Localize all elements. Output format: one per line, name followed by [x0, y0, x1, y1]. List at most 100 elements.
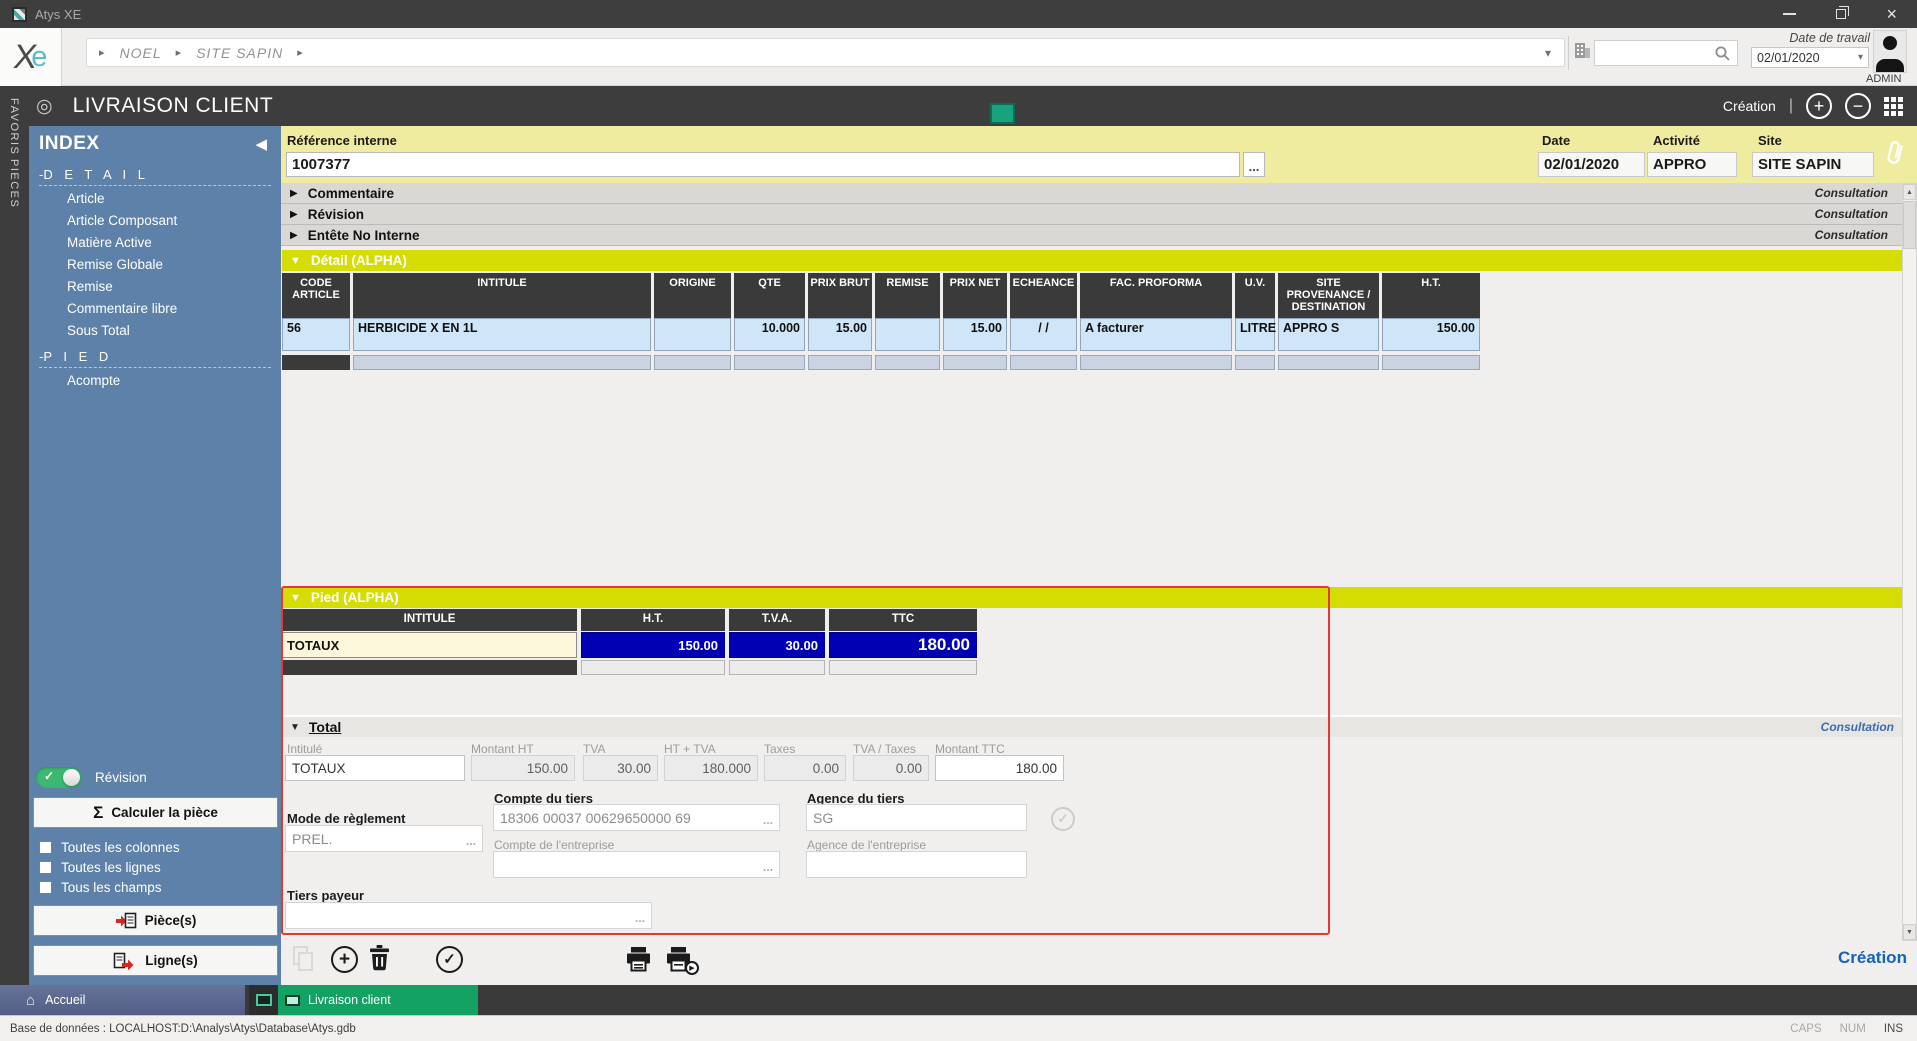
user-avatar[interactable] [1873, 30, 1907, 73]
taskbar-app-icon[interactable] [249, 985, 278, 1015]
rail-tab-favoris[interactable]: FAVORIS [8, 98, 20, 155]
add-icon[interactable]: + [1806, 93, 1832, 119]
scroll-down-icon[interactable]: ▼ [1903, 924, 1916, 940]
print-icon[interactable] [625, 947, 652, 972]
scroll-up-icon[interactable]: ▲ [1903, 184, 1916, 200]
checkbox-icon[interactable] [39, 881, 52, 894]
remove-icon[interactable]: − [1845, 93, 1871, 119]
sidebar-item-acompte[interactable]: Acompte [29, 370, 281, 392]
cell-prix-net[interactable]: 15.00 [943, 318, 1007, 351]
cell-intitule[interactable]: HERBICIDE X EN 1L [353, 318, 651, 351]
agence-tiers-field[interactable]: SG [806, 804, 1027, 831]
section-row-revision[interactable]: ▶ Révision Consultation [281, 204, 1902, 225]
checkbox-all-fields[interactable]: Tous les champs [29, 877, 281, 897]
add-line-icon[interactable]: + [331, 946, 358, 973]
scrollbar-thumb[interactable] [1903, 201, 1916, 249]
rail-tab-pieces[interactable]: PIECES [8, 159, 20, 208]
reference-input[interactable]: 1007377 [286, 152, 1240, 177]
sidebar-item-article[interactable]: Article [29, 188, 281, 210]
print-export-icon[interactable]: ▶ [665, 947, 692, 972]
work-date-dropdown-icon[interactable]: ▾ [1858, 52, 1863, 63]
close-icon[interactable]: × [1886, 5, 1897, 23]
minimize-icon[interactable] [1783, 13, 1796, 15]
cell-total-ht[interactable]: 150.00 [581, 632, 725, 658]
cell-code-article[interactable]: 56 [282, 318, 350, 351]
agence-entreprise-field[interactable] [806, 851, 1027, 878]
work-date-input[interactable]: 02/01/2020 ▾ [1751, 47, 1869, 68]
cell-qte[interactable]: 10.000 [734, 318, 805, 351]
mode-reglement-field[interactable]: PREL. ... [285, 825, 483, 852]
lookup-dots-icon[interactable]: ... [763, 860, 773, 877]
compte-entreprise-field[interactable]: ... [493, 851, 780, 878]
title-bar: Atys XE × [0, 0, 1917, 28]
trash-icon[interactable] [369, 945, 390, 971]
montant-ttc-field[interactable]: 180.00 [935, 755, 1064, 781]
checkbox-icon[interactable] [39, 861, 52, 874]
site-building-icon[interactable] [1574, 42, 1591, 64]
cell-fac-proforma[interactable]: A facturer [1080, 318, 1232, 351]
lignes-button[interactable]: Ligne(s) [33, 945, 278, 976]
tiers-payeur-field[interactable]: ... [285, 902, 652, 929]
total-section-header[interactable]: ▼ Total Consultation [282, 715, 1902, 737]
tva-taxes-field[interactable]: 0.00 [853, 755, 929, 781]
detail-section-header[interactable]: ▼ Détail (ALPHA) [282, 250, 1902, 271]
cell-echeance[interactable]: / / [1010, 318, 1077, 351]
sidebar-item-matiere-active[interactable]: Matière Active [29, 232, 281, 254]
breadcrumb[interactable]: ▸ NOEL ▸ SITE SAPIN ▸ ▾ [86, 38, 1565, 67]
pieces-button[interactable]: Pièce(s) [33, 905, 278, 936]
taxes-field[interactable]: 0.00 [764, 755, 846, 781]
pied-section-header[interactable]: ▼ Pied (ALPHA) [282, 587, 1902, 608]
reference-lookup-button[interactable]: ... [1243, 152, 1265, 177]
num-indicator: NUM [1840, 1023, 1866, 1035]
cell-total-ttc[interactable]: 180.00 [829, 632, 977, 658]
cell-uv[interactable]: LITRE [1235, 318, 1275, 351]
vertical-scrollbar[interactable]: ▲ ▼ [1902, 183, 1917, 941]
taskbar-tab-accueil[interactable]: ⌂ Accueil [0, 985, 245, 1015]
cell-prix-brut[interactable]: 15.00 [808, 318, 872, 351]
sidebar-collapse-icon[interactable]: ◀ [255, 135, 267, 153]
revision-toggle[interactable]: ✓ [36, 767, 82, 788]
sidebar-item-article-composant[interactable]: Article Composant [29, 210, 281, 232]
compte-tiers-field[interactable]: 18306 00037 00629650000 69 ... [493, 804, 780, 831]
montant-ht-field[interactable]: 150.00 [471, 755, 575, 781]
sidebar-item-commentaire-libre[interactable]: Commentaire libre [29, 298, 281, 320]
breadcrumb-item-site-sapin[interactable]: SITE SAPIN [196, 45, 283, 61]
calculate-piece-button[interactable]: Σ Calculer la pièce [33, 797, 278, 828]
pied-empty-row[interactable] [282, 660, 977, 675]
validate-account-icon[interactable]: ✓ [1051, 807, 1075, 831]
table-empty-row[interactable] [282, 355, 1480, 370]
totals-row[interactable]: TOTAUX 150.00 30.00 180.00 [282, 632, 977, 658]
lookup-dots-icon[interactable]: ... [466, 834, 476, 851]
ht-tva-field[interactable]: 180.000 [664, 755, 758, 781]
checkbox-icon[interactable] [39, 841, 52, 854]
section-row-entete[interactable]: ▶ Entête No Interne Consultation [281, 225, 1902, 246]
sidebar-item-sous-total[interactable]: Sous Total [29, 320, 281, 342]
activity-input[interactable]: APPRO [1647, 152, 1737, 177]
eye-icon[interactable]: ◎ [36, 95, 53, 118]
search-input[interactable] [1594, 40, 1738, 66]
lookup-dots-icon[interactable]: ... [763, 813, 773, 830]
site-input[interactable]: SITE SAPIN [1752, 152, 1874, 177]
checkbox-all-columns[interactable]: Toutes les colonnes [29, 837, 281, 857]
sidebar-item-remise-globale[interactable]: Remise Globale [29, 254, 281, 276]
apps-grid-icon[interactable] [1884, 97, 1903, 116]
breadcrumb-dropdown-icon[interactable]: ▾ [1545, 46, 1552, 60]
restore-icon[interactable] [1836, 9, 1846, 19]
cell-ht[interactable]: 150.00 [1382, 318, 1480, 351]
cell-remise[interactable] [875, 318, 940, 351]
cell-origine[interactable] [654, 318, 731, 351]
cell-total-tva[interactable]: 30.00 [729, 632, 825, 658]
sidebar-item-remise[interactable]: Remise [29, 276, 281, 298]
date-input[interactable]: 02/01/2020 [1538, 152, 1645, 177]
tva-field[interactable]: 30.00 [583, 755, 658, 781]
taskbar-tab-livraison-client[interactable]: Livraison client [278, 985, 478, 1015]
lookup-dots-icon[interactable]: ... [635, 911, 645, 928]
cell-site-provenance[interactable]: APPRO S [1278, 318, 1379, 351]
section-row-commentaire[interactable]: ▶ Commentaire Consultation [281, 183, 1902, 204]
validate-icon[interactable]: ✓ [436, 946, 463, 973]
breadcrumb-item-noel[interactable]: NOEL [120, 45, 162, 61]
cell-totaux-label[interactable]: TOTAUX [282, 632, 577, 658]
checkbox-all-lines[interactable]: Toutes les lignes [29, 857, 281, 877]
intitule-field[interactable]: TOTAUX [285, 755, 465, 781]
table-row[interactable]: 56 HERBICIDE X EN 1L 10.000 15.00 15.00 … [282, 318, 1480, 351]
